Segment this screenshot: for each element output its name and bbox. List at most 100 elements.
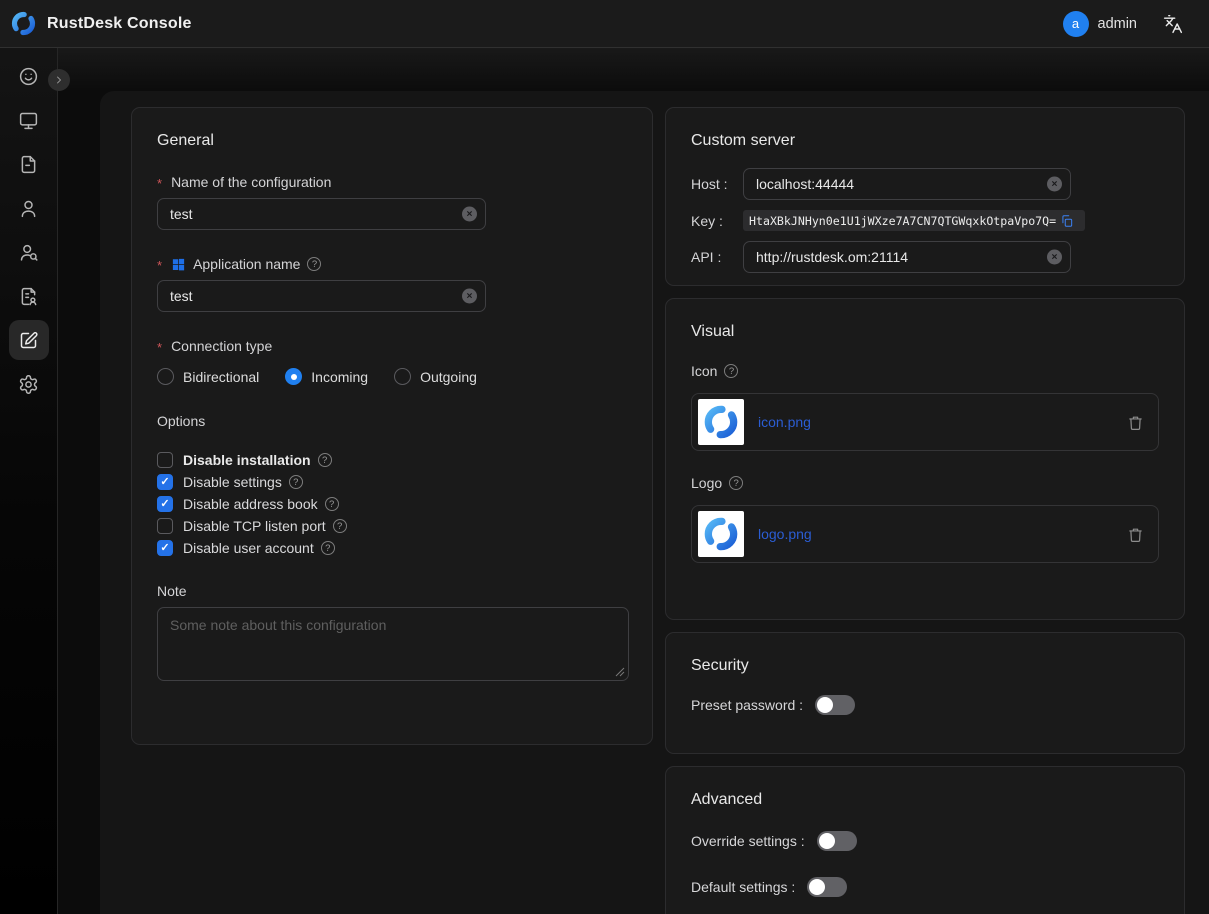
sidebar-item-configurations[interactable] <box>9 320 49 360</box>
file-text-icon <box>18 154 39 175</box>
api-input[interactable] <box>743 241 1071 273</box>
radio-outgoing[interactable]: Outgoing <box>394 368 477 385</box>
user-menu[interactable]: a admin <box>1063 11 1138 37</box>
monitor-icon <box>18 110 39 131</box>
brand[interactable]: RustDesk Console <box>10 10 192 37</box>
note-textarea[interactable] <box>157 607 629 681</box>
key-row: Key : HtaXBkJNHyn0e1U1jWXze7A7CN7QTGWqxk… <box>691 210 1159 231</box>
icon-label: Icon <box>691 363 1159 379</box>
key-label: Key : <box>691 213 743 229</box>
preset-password-row: Preset password : <box>691 695 1159 715</box>
radio-icon <box>394 368 411 385</box>
sidebar-item-user-search[interactable] <box>9 232 49 272</box>
smile-icon <box>18 66 39 87</box>
radio-icon <box>285 368 302 385</box>
language-button[interactable] <box>1163 13 1185 35</box>
help-icon[interactable] <box>318 453 332 467</box>
key-value-chip: HtaXBkJNHyn0e1U1jWXze7A7CN7QTGWqxkOtpaVp… <box>743 210 1085 231</box>
translate-icon <box>1163 14 1183 34</box>
config-name-field: ✕ <box>157 198 486 230</box>
file-search-icon <box>18 286 39 307</box>
content-card: General Name of the configuration ✕ Ap <box>100 91 1209 914</box>
override-settings-toggle[interactable] <box>817 831 857 851</box>
note-label: Note <box>157 583 627 599</box>
trash-icon[interactable] <box>1127 526 1144 543</box>
sidebar-item-settings[interactable] <box>9 364 49 404</box>
clear-icon[interactable]: ✕ <box>462 207 477 222</box>
help-icon[interactable] <box>333 519 347 533</box>
clear-icon[interactable]: ✕ <box>1047 177 1062 192</box>
api-field: ✕ <box>743 241 1071 273</box>
avatar: a <box>1063 11 1089 37</box>
checkbox-disable-user-account[interactable]: Disable user account <box>157 537 627 559</box>
main-region: General Name of the configuration ✕ Ap <box>58 48 1209 914</box>
sidebar-item-smile[interactable] <box>9 56 49 96</box>
sidebar-item-devices[interactable] <box>9 100 49 140</box>
radio-incoming[interactable]: Incoming <box>285 368 368 385</box>
icon-file-link[interactable]: icon.png <box>758 414 811 430</box>
default-settings-toggle[interactable] <box>807 877 847 897</box>
checkbox-disable-tcp-listen-port[interactable]: Disable TCP listen port <box>157 515 627 537</box>
clear-icon[interactable]: ✕ <box>1047 250 1062 265</box>
help-icon[interactable] <box>289 475 303 489</box>
user-search-icon <box>18 242 39 263</box>
chevron-right-icon <box>53 74 65 86</box>
preset-password-toggle[interactable] <box>815 695 855 715</box>
note-field <box>157 607 629 684</box>
checkbox-disable-address-book[interactable]: Disable address book <box>157 493 627 515</box>
logo-thumbnail <box>698 511 744 557</box>
connection-type-label: Connection type <box>157 338 627 354</box>
sidebar-item-audit[interactable] <box>9 276 49 316</box>
advanced-panel: Advanced Override settings : Default set… <box>665 766 1185 914</box>
app-name-label: Application name <box>157 256 627 272</box>
top-bar: RustDesk Console a admin <box>0 0 1209 48</box>
app-name-input[interactable] <box>157 280 486 312</box>
trash-icon[interactable] <box>1127 414 1144 431</box>
help-icon[interactable] <box>321 541 335 555</box>
help-icon[interactable] <box>729 476 743 490</box>
help-icon[interactable] <box>724 364 738 378</box>
api-row: API : ✕ <box>691 241 1159 273</box>
host-input[interactable] <box>743 168 1071 200</box>
general-panel: General Name of the configuration ✕ Ap <box>131 107 653 745</box>
help-icon[interactable] <box>307 257 321 271</box>
app-name-field: ✕ <box>157 280 486 312</box>
config-name-label: Name of the configuration <box>157 174 627 190</box>
visual-title: Visual <box>691 323 1159 341</box>
options-group: Disable installation Disable settings <box>157 449 627 559</box>
sidebar-item-users[interactable] <box>9 188 49 228</box>
icon-upload-card: icon.png <box>691 393 1159 451</box>
checkbox-icon <box>157 474 173 490</box>
custom-server-panel: Custom server Host : ✕ Key : HtaXBkJNHyn… <box>665 107 1185 286</box>
preset-password-label: Preset password : <box>691 697 803 713</box>
app-shell: General Name of the configuration ✕ Ap <box>0 48 1209 914</box>
checkbox-disable-installation[interactable]: Disable installation <box>157 449 627 471</box>
copy-icon[interactable] <box>1060 214 1074 228</box>
clear-icon[interactable]: ✕ <box>462 289 477 304</box>
icon-thumbnail <box>698 399 744 445</box>
rustdesk-logo-icon <box>10 10 37 37</box>
topbar-right: a admin <box>1063 11 1186 37</box>
radio-icon <box>157 368 174 385</box>
radio-bidirectional[interactable]: Bidirectional <box>157 368 259 385</box>
checkbox-disable-settings[interactable]: Disable settings <box>157 471 627 493</box>
default-settings-row: Default settings : <box>691 877 1159 897</box>
connection-type-group: Bidirectional Incoming Outgoing <box>157 368 627 385</box>
host-row: Host : ✕ <box>691 168 1159 200</box>
general-title: General <box>157 132 627 150</box>
security-panel: Security Preset password : <box>665 632 1185 754</box>
sidebar-expand-button[interactable] <box>48 69 70 91</box>
help-icon[interactable] <box>325 497 339 511</box>
checkbox-icon <box>157 540 173 556</box>
host-field: ✕ <box>743 168 1071 200</box>
logo-label: Logo <box>691 475 1159 491</box>
logo-file-link[interactable]: logo.png <box>758 526 812 542</box>
sidebar-item-documents[interactable] <box>9 144 49 184</box>
override-settings-label: Override settings : <box>691 833 805 849</box>
resize-handle[interactable] <box>615 667 625 677</box>
windows-logo-icon <box>171 257 186 272</box>
security-title: Security <box>691 657 1159 675</box>
sidebar <box>0 48 58 914</box>
checkbox-icon <box>157 518 173 534</box>
config-name-input[interactable] <box>157 198 486 230</box>
